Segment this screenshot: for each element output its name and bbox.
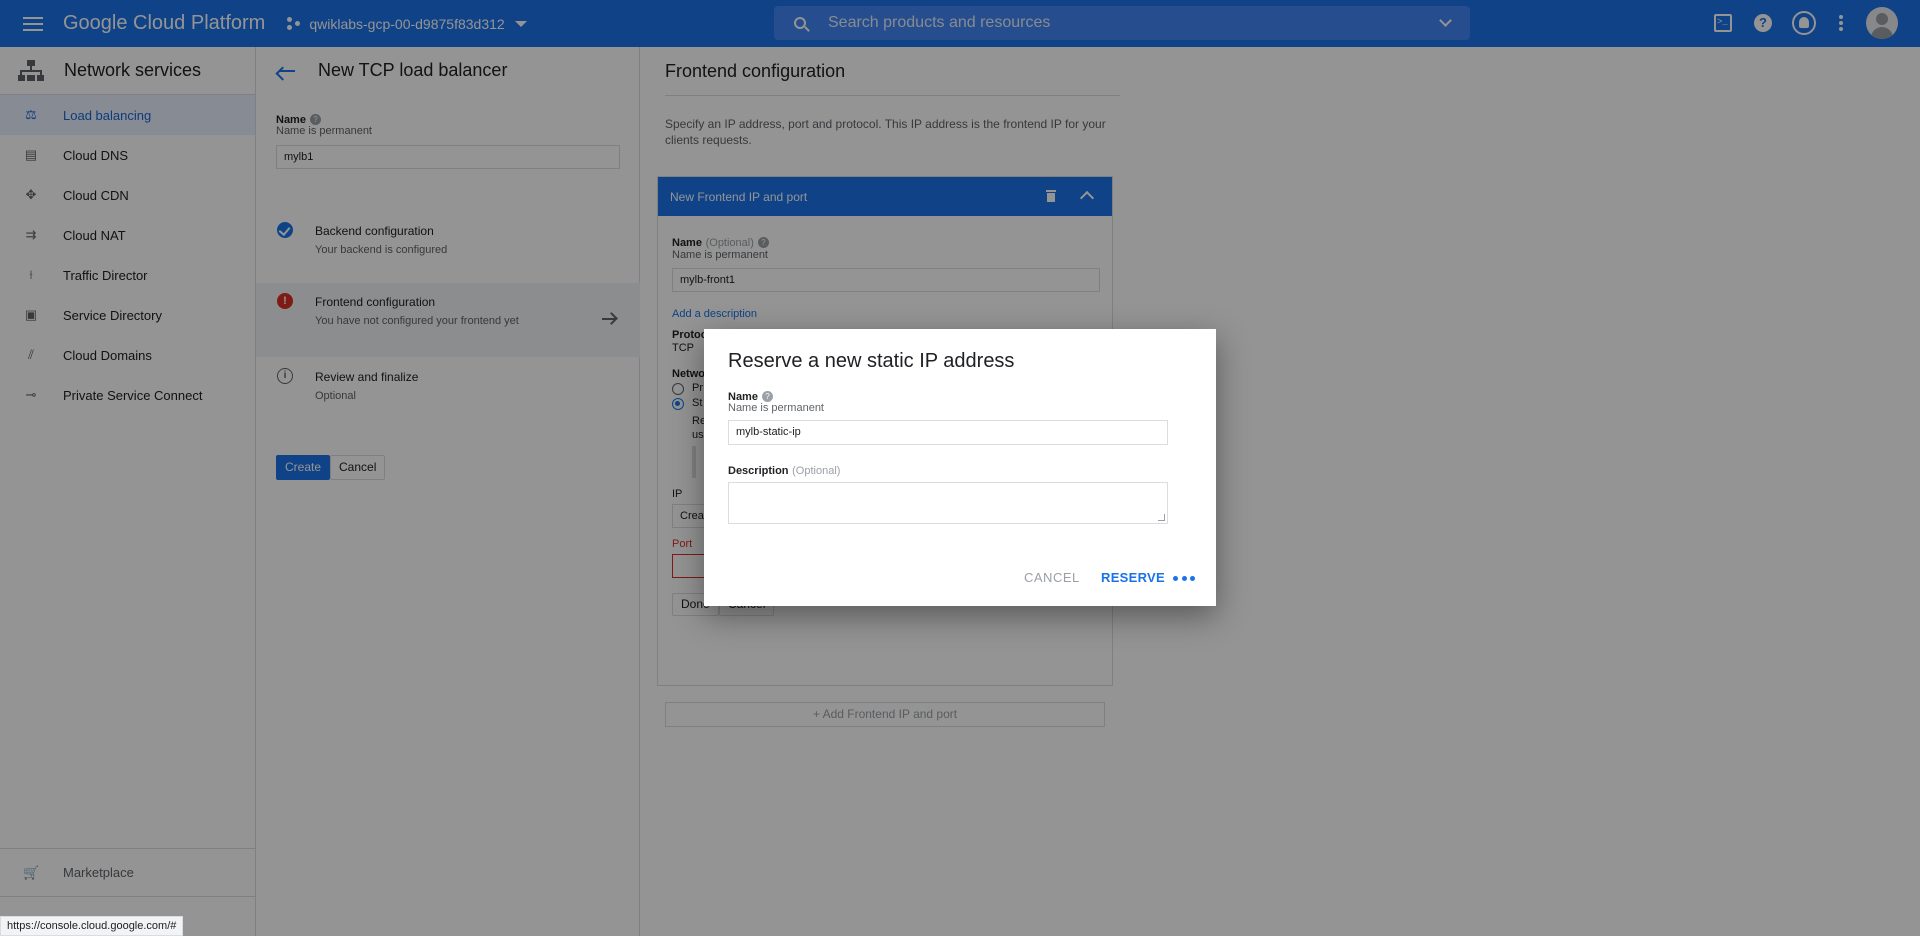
static-ip-name-input[interactable]: mylb-static-ip [728,420,1168,445]
dialog-name-hint: Name is permanent [728,402,824,414]
loading-dots-icon [1173,576,1195,581]
dialog-description-label: Description (Optional) [728,465,841,477]
dialog-cancel-button[interactable]: CANCEL [1024,570,1080,585]
help-icon[interactable]: ? [761,391,773,402]
static-ip-description-textarea[interactable] [728,482,1168,524]
dialog-name-label: Name? [728,388,773,403]
reserve-button[interactable]: RESERVE [1101,570,1165,585]
status-bar-url: https://console.cloud.google.com/# [0,916,184,936]
dialog-title: Reserve a new static IP address [728,350,1015,372]
reserve-static-ip-dialog: Reserve a new static IP address Name? Na… [704,329,1216,606]
